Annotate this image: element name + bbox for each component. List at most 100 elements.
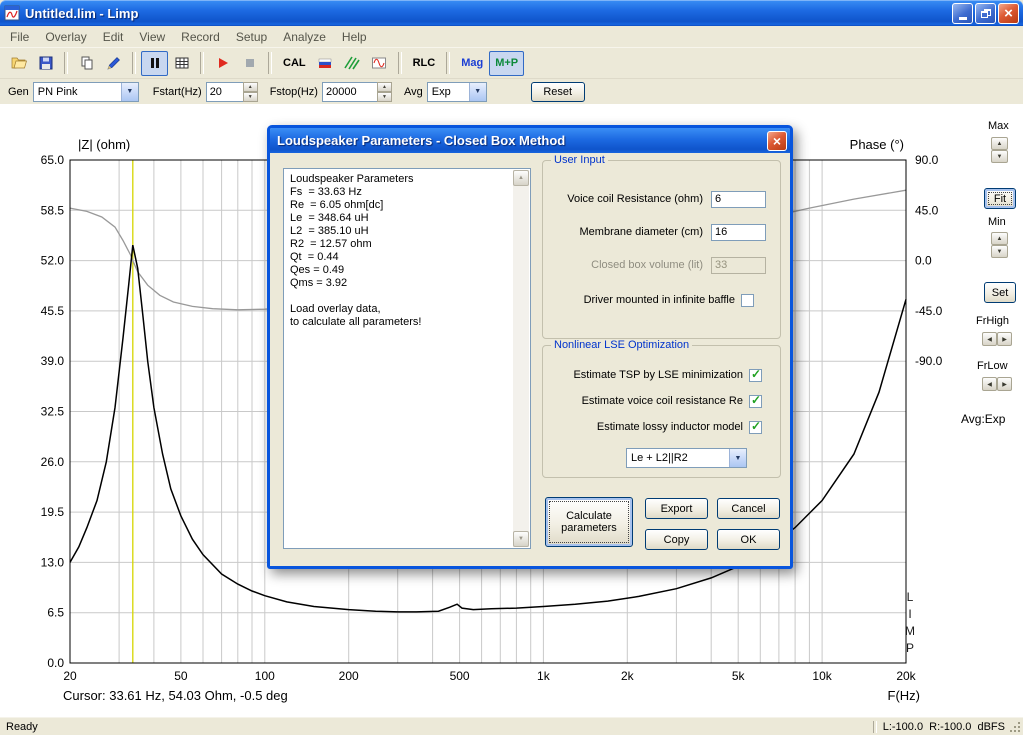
spectrum-button[interactable]	[339, 51, 366, 76]
frhigh-spinner: ◀ ▶	[982, 332, 1012, 346]
dialog-close-button[interactable]: ×	[767, 130, 787, 151]
fstart-label: Fstart(Hz)	[152, 85, 202, 98]
chevron-down-icon[interactable]: ▼	[729, 449, 746, 467]
menu-analyze[interactable]: Analyze	[275, 28, 334, 46]
min-down-button[interactable]: ▼	[991, 245, 1008, 258]
minimize-button[interactable]	[952, 2, 973, 24]
fit-button[interactable]: Fit	[984, 188, 1016, 209]
spin-up-icon[interactable]: ▲	[242, 81, 258, 92]
set-button[interactable]: Set	[984, 282, 1016, 303]
svg-text:500: 500	[450, 669, 470, 683]
toolbar-separator	[397, 52, 402, 74]
user-input-group-title: User Input	[551, 154, 608, 166]
x-axis-title: F(Hz)	[888, 688, 921, 703]
min-up-button[interactable]: ▲	[991, 232, 1008, 245]
fstart-spinner[interactable]: ▲ ▼	[242, 81, 258, 102]
resize-grip[interactable]	[1008, 720, 1021, 733]
loudspeaker-parameters-dialog: Loudspeaker Parameters - Closed Box Meth…	[267, 125, 793, 569]
frlow-label: FrLow	[977, 360, 1008, 372]
membrane-diameter-input[interactable]	[711, 223, 766, 241]
menu-overlay[interactable]: Overlay	[37, 28, 94, 46]
spin-down-icon[interactable]: ▼	[376, 91, 392, 102]
restore-button[interactable]	[975, 2, 996, 24]
ok-button[interactable]: OK	[717, 529, 780, 550]
menu-setup[interactable]: Setup	[228, 28, 275, 46]
max-up-button[interactable]: ▲	[991, 137, 1008, 150]
frlow-right-button[interactable]: ▶	[997, 377, 1012, 391]
estimate-inductor-checkbox[interactable]	[749, 419, 762, 434]
toolbar-separator	[446, 52, 451, 74]
chevron-down-icon[interactable]: ▼	[120, 82, 138, 101]
estimate-inductor-row: Estimate lossy inductor model	[549, 419, 762, 434]
cancel-button[interactable]: Cancel	[717, 498, 780, 519]
frlow-left-button[interactable]: ◀	[982, 377, 997, 391]
title-bar: Untitled.lim - Limp ×	[0, 0, 1023, 26]
save-button[interactable]	[32, 51, 59, 76]
voice-coil-resistance-input[interactable]	[711, 190, 766, 208]
estimate-tsp-checkbox[interactable]	[749, 367, 762, 382]
frhigh-right-button[interactable]: ▶	[997, 332, 1012, 346]
chart-client-area: |Z| (ohm) Phase (°) 65.0 58.5 52.0 45.5 39.0 32…	[0, 104, 1023, 717]
svg-text:26.0: 26.0	[41, 455, 65, 469]
scroll-down-icon[interactable]: ▼	[513, 531, 529, 547]
fstart-input[interactable]	[205, 81, 244, 102]
parameters-textbox[interactable]: Loudspeaker Parameters Fs = 33.63 Hz Re …	[283, 168, 531, 549]
record-button[interactable]	[209, 51, 236, 76]
chevron-down-icon[interactable]: ▼	[468, 82, 486, 101]
signal-generator-button[interactable]	[366, 51, 393, 76]
scrollbar[interactable]: ▲ ▼	[513, 170, 529, 547]
generator-select[interactable]: PN Pink ▼	[32, 81, 139, 102]
save-floppy-icon	[39, 56, 52, 70]
fstop-input[interactable]	[321, 81, 378, 102]
mag-phase-button[interactable]: M+P	[489, 50, 525, 76]
export-button[interactable]: Export	[645, 498, 708, 519]
menu-record[interactable]: Record	[173, 28, 228, 46]
minimize-icon	[958, 16, 967, 20]
menu-edit[interactable]: Edit	[95, 28, 132, 46]
avg-label: Avg	[403, 85, 423, 98]
scroll-up-icon[interactable]: ▲	[513, 170, 529, 186]
svg-text:10k: 10k	[812, 669, 832, 683]
estimate-re-row: Estimate voice coil resistance Re	[549, 393, 762, 408]
svg-text:6.5: 6.5	[47, 606, 64, 620]
reset-button[interactable]: Reset	[530, 81, 585, 102]
close-button[interactable]: ×	[998, 2, 1019, 24]
pause-button[interactable]	[141, 50, 168, 76]
max-down-button[interactable]: ▼	[991, 150, 1008, 163]
copy-button[interactable]	[73, 51, 100, 76]
svg-text:5k: 5k	[732, 669, 746, 683]
limp-window: Untitled.lim - Limp × File Overlay Edit …	[0, 0, 1023, 735]
open-button[interactable]	[5, 51, 32, 76]
infinite-baffle-label: Driver mounted in infinite baffle	[583, 294, 735, 306]
inductor-model-select[interactable]: Le + L2||R2 ▼	[626, 448, 747, 468]
menu-file[interactable]: File	[2, 28, 37, 46]
svg-text:0.0: 0.0	[915, 254, 932, 268]
pen-icon	[106, 57, 120, 70]
svg-text:0.0: 0.0	[47, 656, 64, 670]
copy-button[interactable]: Copy	[645, 529, 708, 550]
limp-watermark: L	[907, 590, 914, 604]
menu-view[interactable]: View	[131, 28, 173, 46]
svg-text:19.5: 19.5	[41, 505, 65, 519]
table-view-button[interactable]	[168, 51, 195, 76]
rlc-button[interactable]: RLC	[407, 51, 442, 76]
frhigh-label: FrHigh	[976, 315, 1010, 327]
calibration-device-button[interactable]	[312, 51, 339, 76]
avg-select[interactable]: Exp ▼	[426, 81, 487, 102]
edit-pen-button[interactable]	[100, 51, 127, 76]
svg-text:65.0: 65.0	[41, 153, 65, 167]
cal-button[interactable]: CAL	[277, 51, 312, 76]
min-label: Min	[988, 216, 1006, 228]
status-bar: Ready L:-100.0 R:-100.0 dBFS	[0, 717, 1023, 735]
fstop-spinner[interactable]: ▲ ▼	[376, 81, 392, 102]
infinite-baffle-checkbox[interactable]	[741, 293, 754, 307]
menu-help[interactable]: Help	[334, 28, 375, 46]
stop-button[interactable]	[236, 51, 263, 76]
menu-bar: File Overlay Edit View Record Setup Anal…	[0, 26, 1023, 47]
mag-button[interactable]: Mag	[455, 51, 489, 76]
calculate-parameters-button[interactable]: Calculate parameters	[545, 497, 633, 547]
spin-down-icon[interactable]: ▼	[242, 91, 258, 102]
estimate-re-checkbox[interactable]	[749, 393, 762, 408]
frhigh-left-button[interactable]: ◀	[982, 332, 997, 346]
spin-up-icon[interactable]: ▲	[376, 81, 392, 92]
